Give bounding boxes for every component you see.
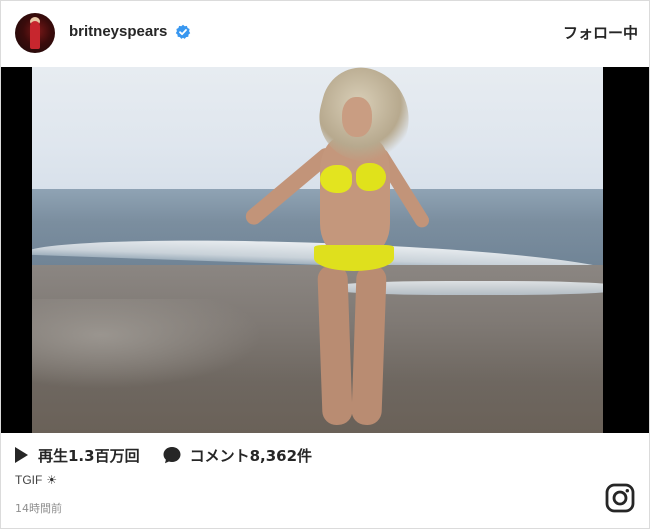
profile-avatar[interactable] xyxy=(15,13,55,53)
swimsuit-top xyxy=(356,163,386,191)
following-button[interactable]: フォロー中 xyxy=(563,22,638,43)
video-frame xyxy=(32,67,603,433)
swimsuit-bottom xyxy=(314,245,394,271)
post-timestamp[interactable]: 14時間前 xyxy=(15,500,62,516)
comment-count[interactable]: コメント8,362件 xyxy=(190,445,312,466)
verified-badge-icon xyxy=(175,24,191,39)
caption-text: TGIF xyxy=(15,473,43,487)
view-count: 再生1.3百万回 xyxy=(38,446,140,465)
post-stats: 再生1.3百万回 コメント8,362件 xyxy=(15,445,312,465)
post-header: britneyspears フォロー中 xyxy=(1,1,649,67)
instagram-logo-icon[interactable] xyxy=(605,483,635,513)
avatar-figure xyxy=(30,21,40,49)
instagram-embed-card: britneyspears フォロー中 再生1.3百万回 コメント8,362件 … xyxy=(0,0,650,529)
face xyxy=(342,97,372,137)
username-link[interactable]: britneyspears xyxy=(69,23,167,40)
person-figure xyxy=(202,67,442,433)
video-player[interactable] xyxy=(1,67,649,433)
leg xyxy=(351,264,387,426)
leg xyxy=(317,264,353,426)
post-caption: TGIF ☀ xyxy=(15,473,57,487)
play-icon[interactable] xyxy=(15,447,28,463)
sun-icon: ☀ xyxy=(46,473,58,487)
comment-bubble-icon[interactable] xyxy=(162,445,182,465)
swimsuit-top xyxy=(320,165,352,193)
